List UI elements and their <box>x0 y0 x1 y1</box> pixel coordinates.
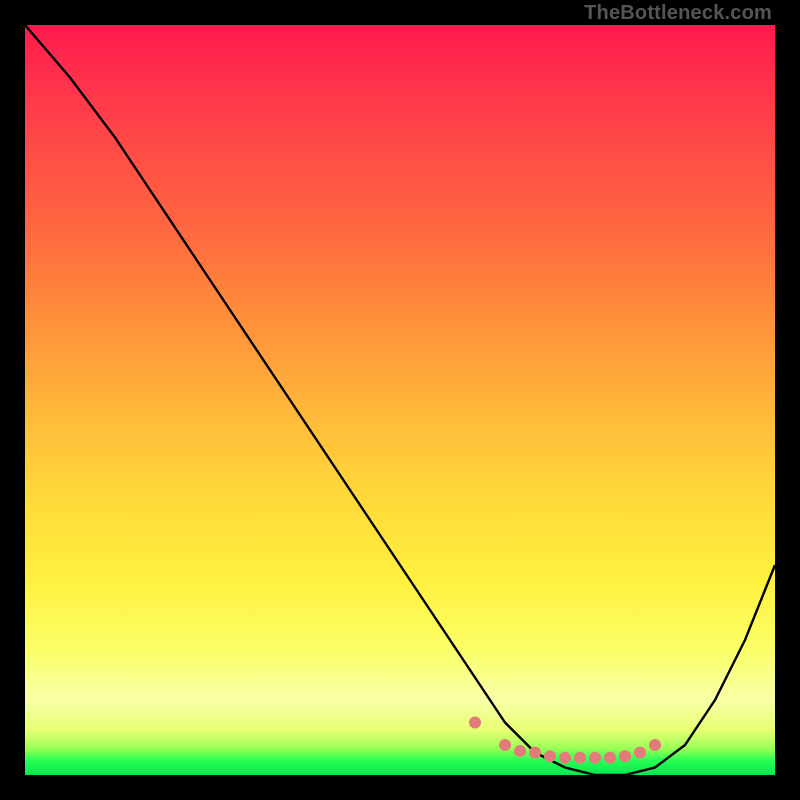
chart-frame <box>25 25 775 775</box>
attribution-text: TheBottleneck.com <box>584 2 772 25</box>
chart-gradient-background <box>25 25 775 775</box>
